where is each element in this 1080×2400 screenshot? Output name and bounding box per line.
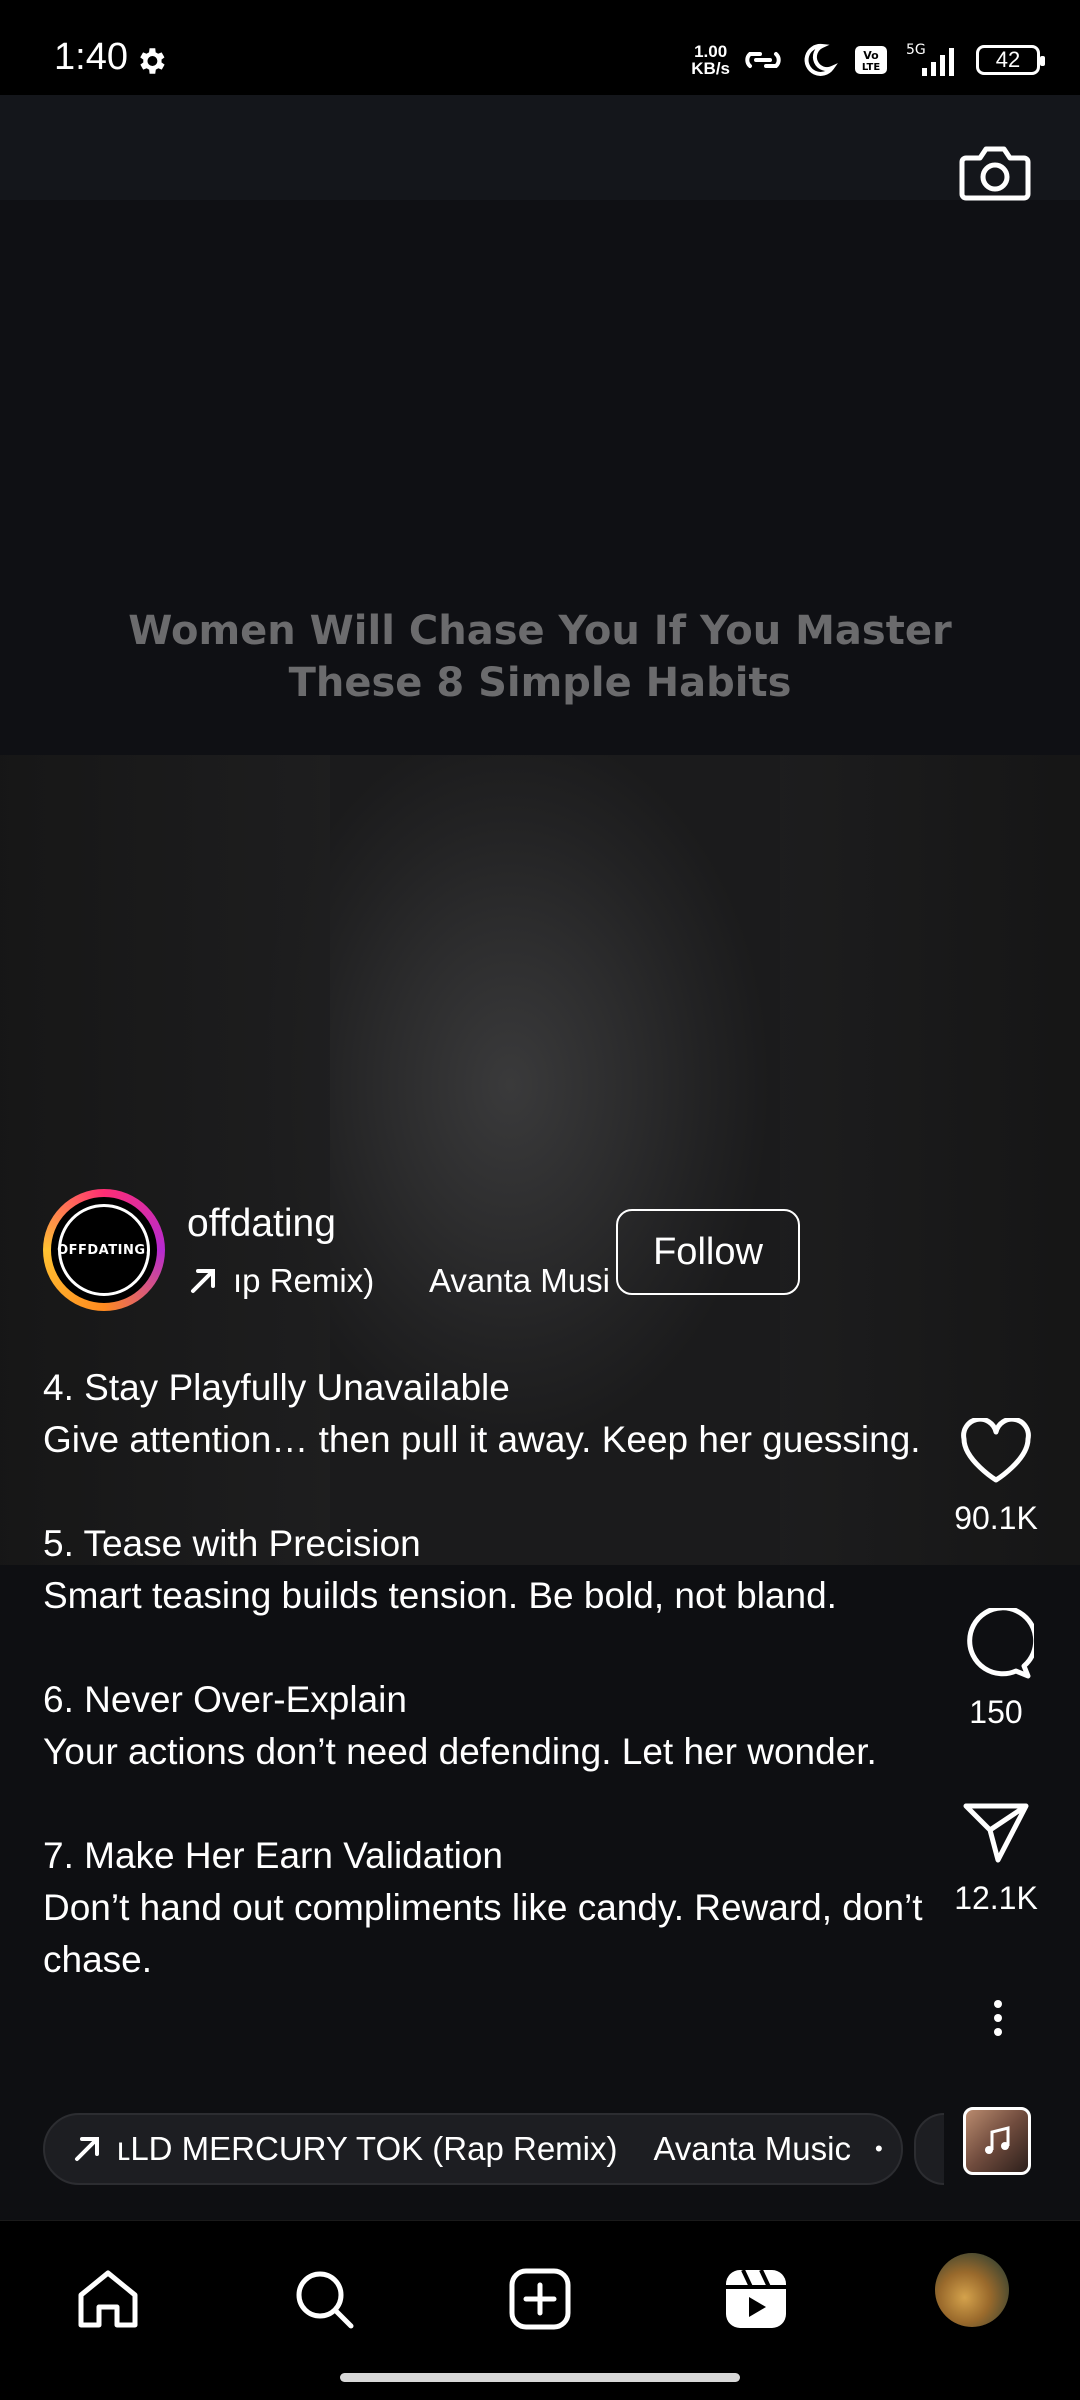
send-icon[interactable] (960, 1798, 1032, 1866)
caption-heading: 5. Tease with Precision (43, 1523, 421, 1564)
comment-count: 150 (969, 1694, 1023, 1730)
video-title-line-2: These 8 Simple Habits (288, 660, 792, 706)
music-track-label: ʟLD MERCURY TOK (Rap Remix) (117, 2130, 618, 2167)
share-action[interactable]: 12.1K (940, 1798, 1052, 1917)
status-icons: 1.00 KB/s Vo LTE 5G 42 (691, 40, 1045, 80)
video-title-line-1: Women Will Chase You If You Master (128, 608, 952, 654)
arrow-up-right-icon (191, 1269, 215, 1293)
gear-icon (140, 48, 165, 74)
nav-search[interactable] (284, 2259, 364, 2339)
audio-artist-label: Avanta Musi (429, 1262, 610, 1299)
status-time: 1:40 (54, 36, 128, 78)
music-note-icon (985, 2126, 1010, 2154)
author-username[interactable]: offdating (187, 1202, 336, 1246)
caption-body: Give attention… then pull it away. Keep … (43, 1419, 921, 1460)
nav-home[interactable] (68, 2259, 148, 2339)
comment-action[interactable]: 150 (940, 1608, 1052, 1731)
network-label: 5G (906, 42, 926, 58)
create-icon[interactable] (508, 2267, 572, 2331)
caption-item: 6. Never Over-Explain Your actions don’t… (43, 1674, 923, 1778)
home-icon[interactable] (75, 2267, 141, 2331)
more-options-icon[interactable] (978, 1994, 1018, 2042)
avatar-logo-text: OFFDATING. (57, 1204, 150, 1296)
music-artist-label: Avanta Music (653, 2130, 851, 2167)
svg-text:Vo: Vo (863, 49, 879, 62)
reels-screen: 1:40 1.00 KB/s Vo LTE 5G 42 Women Will C… (0, 0, 1080, 2400)
reels-icon[interactable] (723, 2267, 789, 2331)
moon-icon (804, 43, 838, 76)
svg-text:LTE: LTE (862, 62, 881, 73)
caption-body: Your actions don’t need defending. Let h… (43, 1731, 877, 1772)
caption-body: Smart teasing builds tension. Be bold, n… (43, 1575, 837, 1616)
camera-icon[interactable] (958, 138, 1032, 206)
caption-item: 5. Tease with Precision Smart teasing bu… (43, 1518, 923, 1622)
music-ticker[interactable]: ʟLD MERCURY TOK (Rap Remix) Avanta Music… (43, 2113, 903, 2185)
caption-heading: 4. Stay Playfully Unavailable (43, 1367, 510, 1408)
net-speed: 1.00 KB/s (691, 43, 730, 77)
caption-item: 4. Stay Playfully Unavailable Give atten… (43, 1362, 923, 1466)
hotspot-link-icon (745, 52, 781, 68)
caption-heading: 7. Make Her Earn Validation (43, 1835, 503, 1876)
caption-text[interactable]: 4. Stay Playfully Unavailable Give atten… (43, 1362, 923, 2084)
volte-icon: Vo LTE (855, 46, 887, 74)
status-bar: 1:40 1.00 KB/s Vo LTE 5G 42 (0, 0, 1080, 95)
caption-heading: 6. Never Over-Explain (43, 1679, 407, 1720)
author-avatar[interactable]: OFFDATING. (43, 1189, 165, 1311)
follow-button[interactable]: Follow (616, 1209, 800, 1295)
avatar-inner: OFFDATING. (51, 1197, 157, 1303)
signal-icon: 5G (906, 42, 954, 76)
arrow-up-right-icon (75, 2137, 99, 2161)
music-separator-dot: • (874, 2136, 883, 2161)
net-speed-value: 1.00 (694, 42, 728, 61)
battery-icon: 42 (976, 45, 1045, 75)
like-count: 90.1K (954, 1500, 1038, 1536)
heart-icon[interactable] (958, 1418, 1034, 1486)
search-icon[interactable] (292, 2267, 356, 2331)
caption-item: 7. Make Her Earn Validation Don’t hand o… (43, 1830, 923, 1986)
caption-fade (0, 2030, 930, 2090)
home-indicator[interactable] (340, 2373, 740, 2382)
share-count: 12.1K (954, 1880, 1038, 1916)
caption-body: Don’t hand out compliments like candy. R… (43, 1887, 923, 1980)
net-speed-unit: KB/s (691, 59, 730, 78)
video-title-text: Women Will Chase You If You Master These… (60, 605, 1020, 709)
author-audio-row[interactable]: ıp Remix) Avanta Musi (187, 1262, 619, 1300)
audio-thumbnail[interactable] (963, 2107, 1031, 2175)
like-action[interactable]: 90.1K (940, 1418, 1052, 1537)
profile-avatar[interactable] (935, 2253, 1009, 2327)
audio-track-label: ıp Remix) (233, 1262, 375, 1299)
video-top-band (0, 95, 1080, 200)
nav-reels[interactable] (716, 2259, 796, 2339)
comment-icon[interactable] (958, 1608, 1034, 1680)
nav-create[interactable] (500, 2259, 580, 2339)
